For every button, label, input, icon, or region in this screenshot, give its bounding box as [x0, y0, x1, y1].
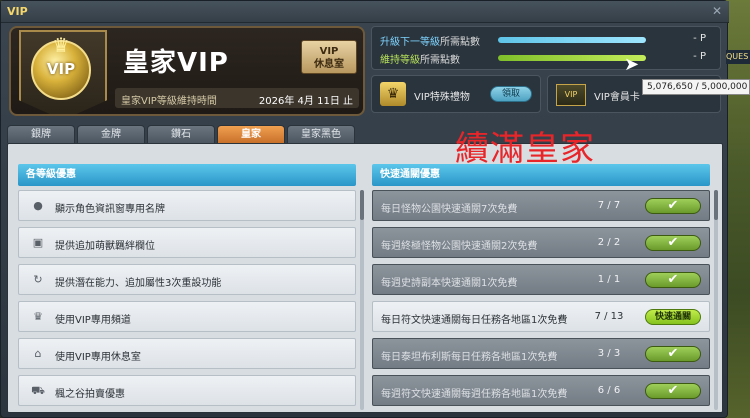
slot-icon: ▣ [32, 236, 44, 249]
quick-clear-column: 快速通關優惠 每日怪物公園快速通關7次免費 7 / 7 ✔ 每週終極怪物公園快速… [372, 164, 718, 414]
quick-count: 7 / 7 [597, 200, 621, 211]
reroll-icon: ↻ [33, 273, 43, 286]
list-item: ⛟ 楓之谷拍賣優惠 [18, 375, 356, 406]
quick-count: 6 / 6 [597, 385, 621, 396]
tab-diamond[interactable]: 鑽石 [147, 125, 215, 143]
content-area: 各等級優惠 ● 顯示角色資訊窗專用名牌 ▣ 提供追加萌獸羈絆欄位 ↻ 提供潛在能… [7, 143, 723, 413]
benefits-list: ● 顯示角色資訊窗專用名牌 ▣ 提供追加萌獸羈絆欄位 ↻ 提供潛在能力、追加屬性… [18, 190, 356, 410]
maintain-highlight: 維持等級 [380, 55, 420, 66]
quick-label: 每週終極怪物公園快速通關2次免費 [381, 241, 538, 252]
person-icon: ● [33, 199, 43, 212]
check-icon: ✔ [645, 272, 701, 288]
next-level-highlight: 升級下一等級 [380, 37, 440, 48]
quick-scroll-thumb[interactable] [714, 190, 718, 220]
badge-text: VIP [46, 60, 76, 78]
quick-label: 每日泰坦布利斯每日任務各地區1次免費 [381, 352, 558, 363]
benefits-header: 各等級優惠 [18, 164, 356, 186]
quick-label: 每週史詩副本快速通關1次免費 [381, 278, 518, 289]
benefits-scrollbar[interactable] [360, 190, 364, 410]
list-item: 每週史詩副本快速通關1次免費 1 / 1 ✔ [372, 264, 710, 295]
benefit-label: 使用VIP專用休息室 [55, 352, 141, 363]
tab-silver[interactable]: 銀牌 [7, 125, 75, 143]
title-bar[interactable]: VIP ✕ [1, 1, 729, 23]
tab-royal-black[interactable]: 皇家黑色 [287, 125, 355, 143]
crown-icon: ♛ [52, 33, 70, 57]
benefits-column: 各等級優惠 ● 顯示角色資訊窗專用名牌 ▣ 提供追加萌獸羈絆欄位 ↻ 提供潛在能… [18, 164, 366, 414]
benefits-scroll-thumb[interactable] [360, 190, 364, 220]
card-label: VIP會員卡 [594, 92, 640, 103]
quick-label: 每週符文快速通關每週任務各地區1次免費 [381, 389, 568, 400]
next-level-row: 升級下一等級所需點數 [380, 33, 480, 48]
list-item: ⌂ 使用VIP專用休息室 [18, 338, 356, 369]
claim-gift-button[interactable]: 領取 [490, 86, 532, 102]
quick-count: 7 / 13 [594, 311, 624, 322]
list-item: 每日怪物公園快速通關7次免費 7 / 7 ✔ [372, 190, 710, 221]
list-item: ♛ 使用VIP專用頻道 [18, 301, 356, 332]
maintain-rest: 所需點數 [420, 55, 460, 66]
lounge-line2: 休息室 [314, 59, 344, 70]
list-item: ▣ 提供追加萌獸羈絆欄位 [18, 227, 356, 258]
vip-gift-panel: ♛ VIP特殊禮物 領取 [371, 75, 541, 113]
check-icon: ✔ [645, 198, 701, 214]
cursor-icon: ➤ [624, 54, 640, 75]
check-icon: ✔ [645, 235, 701, 251]
quick-label: 每日怪物公園快速通關7次免費 [381, 204, 518, 215]
points-panel: 升級下一等級所需點數 - P 維持等級所需點數 - P [371, 26, 721, 70]
maintain-value: - P [693, 51, 706, 62]
vip-tier-title: 皇家VIP [123, 48, 229, 78]
list-item: 每週符文快速通關每週任務各地區1次免費 6 / 6 ✔ [372, 375, 710, 406]
quick-clear-button[interactable]: 快速通關 [645, 309, 701, 325]
benefit-label: 提供追加萌獸羈絆欄位 [55, 241, 155, 252]
quick-clear-list: 每日怪物公園快速通關7次免費 7 / 7 ✔ 每週終極怪物公園快速通關2次免費 … [372, 190, 710, 410]
next-level-rest: 所需點數 [440, 37, 480, 48]
list-item: 每週終極怪物公園快速通關2次免費 2 / 2 ✔ [372, 227, 710, 258]
list-item: 每日符文快速通關每日任務各地區1次免費 7 / 13 快速通關 [372, 301, 710, 332]
quick-count: 1 / 1 [597, 274, 621, 285]
vip-window: VIP ✕ ♛ VIP 皇家VIP VIP 休息室 皇家VIP等級維持時間 20… [0, 0, 729, 418]
list-item: 每日泰坦布利斯每日任務各地區1次免費 3 / 3 ✔ [372, 338, 710, 369]
lounge-icon: ⌂ [34, 347, 42, 360]
vip-lounge-button[interactable]: VIP 休息室 [301, 40, 357, 74]
gift-label: VIP特殊禮物 [414, 92, 470, 103]
cart-icon: ⛟ [31, 384, 45, 397]
benefit-label: 顯示角色資訊窗專用名牌 [55, 204, 165, 215]
quick-label: 每日符文快速通關每日任務各地區1次免費 [381, 315, 568, 326]
check-icon: ✔ [645, 383, 701, 399]
lounge-line1: VIP [319, 46, 339, 57]
vip-banner: ♛ VIP 皇家VIP VIP 休息室 皇家VIP等級維持時間 2026年 4月… [9, 26, 365, 116]
benefit-label: 提供潛在能力、追加屬性3次重設功能 [55, 278, 222, 289]
next-level-progress-fill [498, 37, 646, 43]
quick-scrollbar[interactable] [714, 190, 718, 410]
quick-count: 2 / 2 [597, 237, 621, 248]
quick-count: 3 / 3 [597, 348, 621, 359]
gift-icon: ♛ [380, 82, 406, 106]
window-title: VIP [7, 5, 28, 18]
close-icon[interactable]: ✕ [711, 5, 723, 17]
overlay-annotation: 續滿皇家 [455, 129, 595, 169]
crown-icon: ♛ [33, 310, 43, 323]
maintain-row: 維持等級所需點數 [380, 51, 460, 66]
maintain-period: 皇家VIP等級維持時間 2026年 4月 11日 止 [115, 88, 359, 108]
benefit-label: 使用VIP專用頻道 [55, 315, 131, 326]
quest-tab[interactable]: QUES [726, 50, 750, 64]
vip-card-icon: VIP [556, 84, 586, 106]
tab-gold[interactable]: 金牌 [77, 125, 145, 143]
list-item: ↻ 提供潛在能力、追加屬性3次重設功能 [18, 264, 356, 295]
check-icon: ✔ [645, 346, 701, 362]
next-level-value: - P [693, 33, 706, 44]
points-tooltip: 5,076,650 / 5,000,000 [642, 79, 750, 95]
list-item: ● 顯示角色資訊窗專用名牌 [18, 190, 356, 221]
benefit-label: 楓之谷拍賣優惠 [55, 389, 125, 400]
tab-royal[interactable]: 皇家 [217, 125, 285, 143]
maintain-date: 2026年 4月 11日 止 [258, 96, 353, 107]
next-level-progress [498, 37, 646, 43]
maintain-label: 皇家VIP等級維持時間 [121, 96, 217, 107]
